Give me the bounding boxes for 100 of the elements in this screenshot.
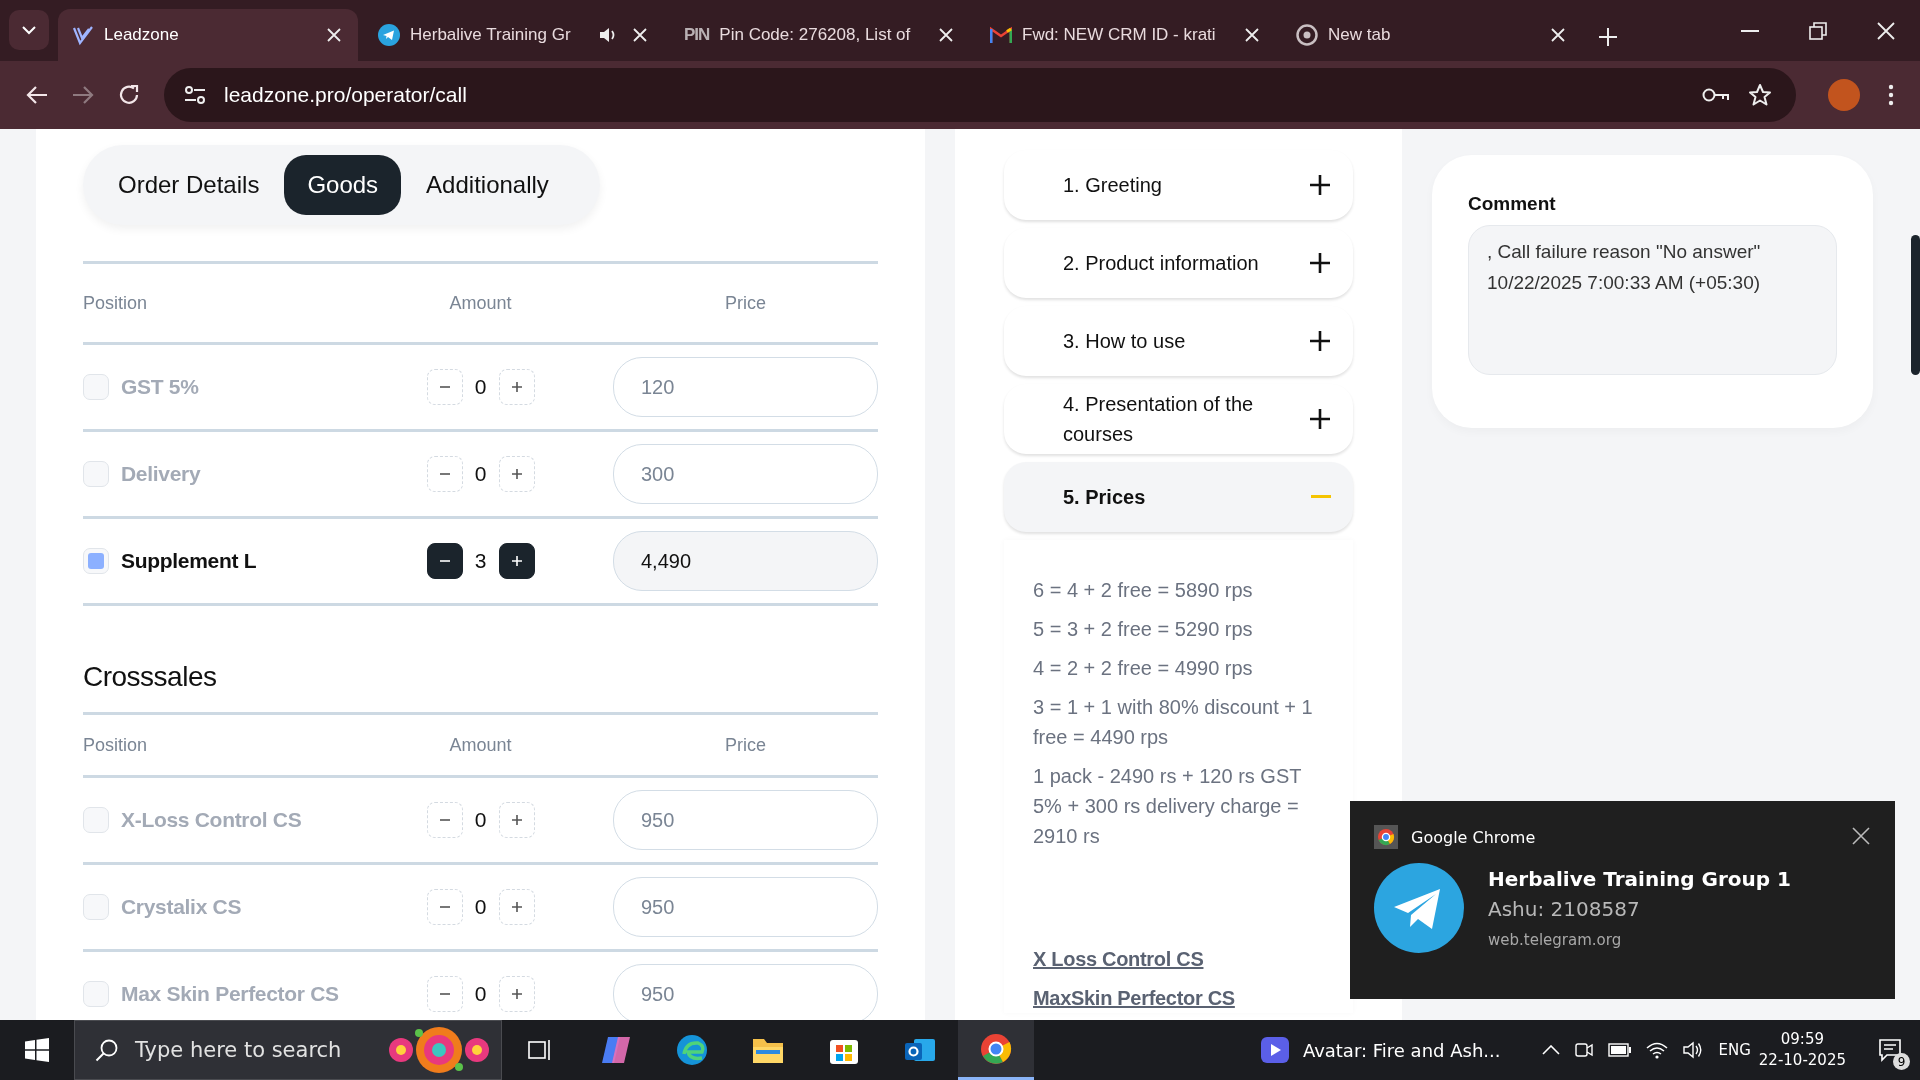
- menu-icon[interactable]: [1888, 84, 1894, 106]
- accordion-header[interactable]: 1. Greeting: [1004, 150, 1353, 220]
- search-field[interactable]: Type here to search: [74, 1020, 502, 1080]
- amount-value: 0: [473, 462, 488, 486]
- price-text: 4 = 2 + 2 free = 4990 rps: [1033, 656, 1254, 681]
- wifi-icon[interactable]: [1646, 1041, 1669, 1059]
- price-field[interactable]: 300: [613, 444, 878, 504]
- minus-icon: [1311, 495, 1331, 499]
- tab[interactable]: Order Details: [95, 155, 283, 215]
- count-badge: 9: [1893, 1053, 1910, 1070]
- product-name: Crystalix CS: [121, 895, 242, 919]
- back-icon[interactable]: [26, 85, 48, 105]
- amount-value: 0: [473, 982, 488, 1006]
- reload-icon[interactable]: [118, 84, 140, 106]
- paper-plane-icon: [1374, 863, 1464, 953]
- plus-icon: [1309, 174, 1331, 196]
- accordion-header[interactable]: 3. How to use: [1004, 306, 1353, 376]
- app-name: Google Chrome: [1411, 827, 1537, 847]
- price-text: 3 = 1 + 1 with 80% discount + 1 free = 4490 rps: [1033, 695, 1314, 750]
- windows-logo-icon[interactable]: [25, 1038, 49, 1062]
- key-icon[interactable]: [1702, 87, 1730, 103]
- accordion-header[interactable]: 5. Prices: [1004, 462, 1353, 532]
- price-text: 6 = 4 + 2 free = 5890 rps: [1033, 578, 1254, 603]
- price-field[interactable]: 4,490: [613, 531, 878, 591]
- notification-source: web.telegram.org: [1488, 931, 1623, 949]
- plus-icon: [1309, 408, 1331, 430]
- amount-value: 0: [473, 375, 488, 399]
- camera-icon[interactable]: [1574, 1040, 1595, 1060]
- tab[interactable]: Goods: [284, 155, 402, 215]
- field-label: Comment: [1468, 193, 1557, 215]
- amount-value: 3: [473, 549, 488, 573]
- price-field[interactable]: 950: [613, 790, 878, 850]
- globe-ring-icon: [1296, 24, 1318, 46]
- notification-title: Herbalive Training Group 1: [1488, 867, 1791, 891]
- price-field[interactable]: 120: [613, 357, 878, 417]
- price-text: 1 pack - 2490 rs + 120 rs GST 5% + 300 rs delivery charge = 2910 rs: [1033, 764, 1303, 849]
- plus-icon: [1309, 252, 1331, 274]
- plus-icon: [1309, 330, 1331, 352]
- comment-field[interactable]: , Call failure reason "No answer" 10/22/2025 7:00:33 AM (+05:30): [1468, 225, 1837, 375]
- checkbox[interactable]: [83, 981, 109, 1007]
- accordion-header[interactable]: 4. Presentation of the courses: [1004, 384, 1353, 454]
- browser-logo-icon: [1374, 825, 1398, 849]
- product-name: Delivery: [121, 462, 201, 486]
- plus-icon: [510, 988, 523, 1000]
- media-title[interactable]: Avatar: Fire and Ash...: [1302, 1039, 1501, 1061]
- column-header: Amount: [448, 734, 513, 756]
- amount-value: 0: [473, 895, 488, 919]
- browser-tab[interactable]: Fwd: NEW CRM ID - krati: [976, 9, 1276, 61]
- scrollbar-thumb[interactable]: [1911, 235, 1920, 375]
- chevron-up-icon[interactable]: [1542, 1045, 1561, 1055]
- increase-button[interactable]: [498, 543, 535, 579]
- section-heading: Crosssales: [83, 660, 218, 694]
- column-header: Position: [83, 734, 149, 756]
- accordion-header[interactable]: 2. Product information: [1004, 228, 1353, 298]
- product-name: Max Skin Perfector CS: [121, 982, 339, 1006]
- column-header: Position: [83, 292, 149, 314]
- amount-value: 0: [473, 808, 488, 832]
- column-header: Amount: [448, 292, 513, 314]
- tab-list-button[interactable]: [9, 10, 49, 50]
- tab[interactable]: Additionally: [403, 155, 572, 215]
- product-link[interactable]: X Loss Control CS: [1033, 944, 1324, 974]
- address-bar[interactable]: leadzone.pro/operator/call: [164, 68, 1796, 122]
- plus-icon: [510, 381, 523, 393]
- plus-icon: [510, 901, 523, 913]
- column-header: Price: [724, 292, 767, 314]
- mail-icon: [990, 26, 1012, 44]
- profile-avatar[interactable]: [1828, 79, 1860, 111]
- language-indicator[interactable]: ENG: [1718, 1041, 1751, 1059]
- caret-icon: [21, 25, 37, 35]
- price-field[interactable]: 950: [613, 877, 878, 937]
- checkbox[interactable]: [83, 894, 109, 920]
- plus-icon: [510, 555, 523, 567]
- restore-icon[interactable]: [1809, 21, 1827, 40]
- time-text: 09:59: [1780, 1029, 1824, 1050]
- close-icon[interactable]: [1852, 827, 1870, 845]
- battery-icon[interactable]: [1608, 1043, 1633, 1057]
- checkbox[interactable]: [83, 461, 109, 487]
- browser-tab[interactable]: New tab: [1282, 9, 1582, 61]
- browser-logo-icon[interactable]: [958, 1020, 1034, 1080]
- search-icon: [95, 1038, 119, 1062]
- clock[interactable]: 09:59 22-10-2025: [1758, 1029, 1846, 1071]
- site-settings-icon[interactable]: [184, 85, 206, 105]
- new-tab-icon[interactable]: [1598, 27, 1618, 47]
- browser-tab[interactable]: PIN Pin Code: 276208, List of: [670, 9, 970, 61]
- browser-tab[interactable]: Herbalive Training Gr: [364, 9, 664, 61]
- decrease-button[interactable]: [426, 543, 463, 579]
- minimize-icon[interactable]: [1741, 29, 1759, 32]
- browser-tab[interactable]: Leadzone: [58, 9, 358, 61]
- checkbox[interactable]: [83, 374, 109, 400]
- product-name: X-Loss Control CS: [121, 808, 302, 832]
- plus-icon: [510, 814, 523, 826]
- forward-icon[interactable]: [72, 85, 94, 105]
- product-link[interactable]: MaxSkin Perfector CS: [1033, 983, 1324, 1013]
- bookmark-star-icon[interactable]: [1748, 83, 1772, 107]
- paper-plane-icon: [378, 24, 400, 46]
- checkbox[interactable]: [83, 548, 109, 574]
- close-window-icon[interactable]: [1877, 21, 1895, 40]
- checkbox[interactable]: [83, 807, 109, 833]
- price-text: 5 = 3 + 2 free = 5290 rps: [1033, 617, 1254, 642]
- product-name: Supplement L: [121, 549, 257, 573]
